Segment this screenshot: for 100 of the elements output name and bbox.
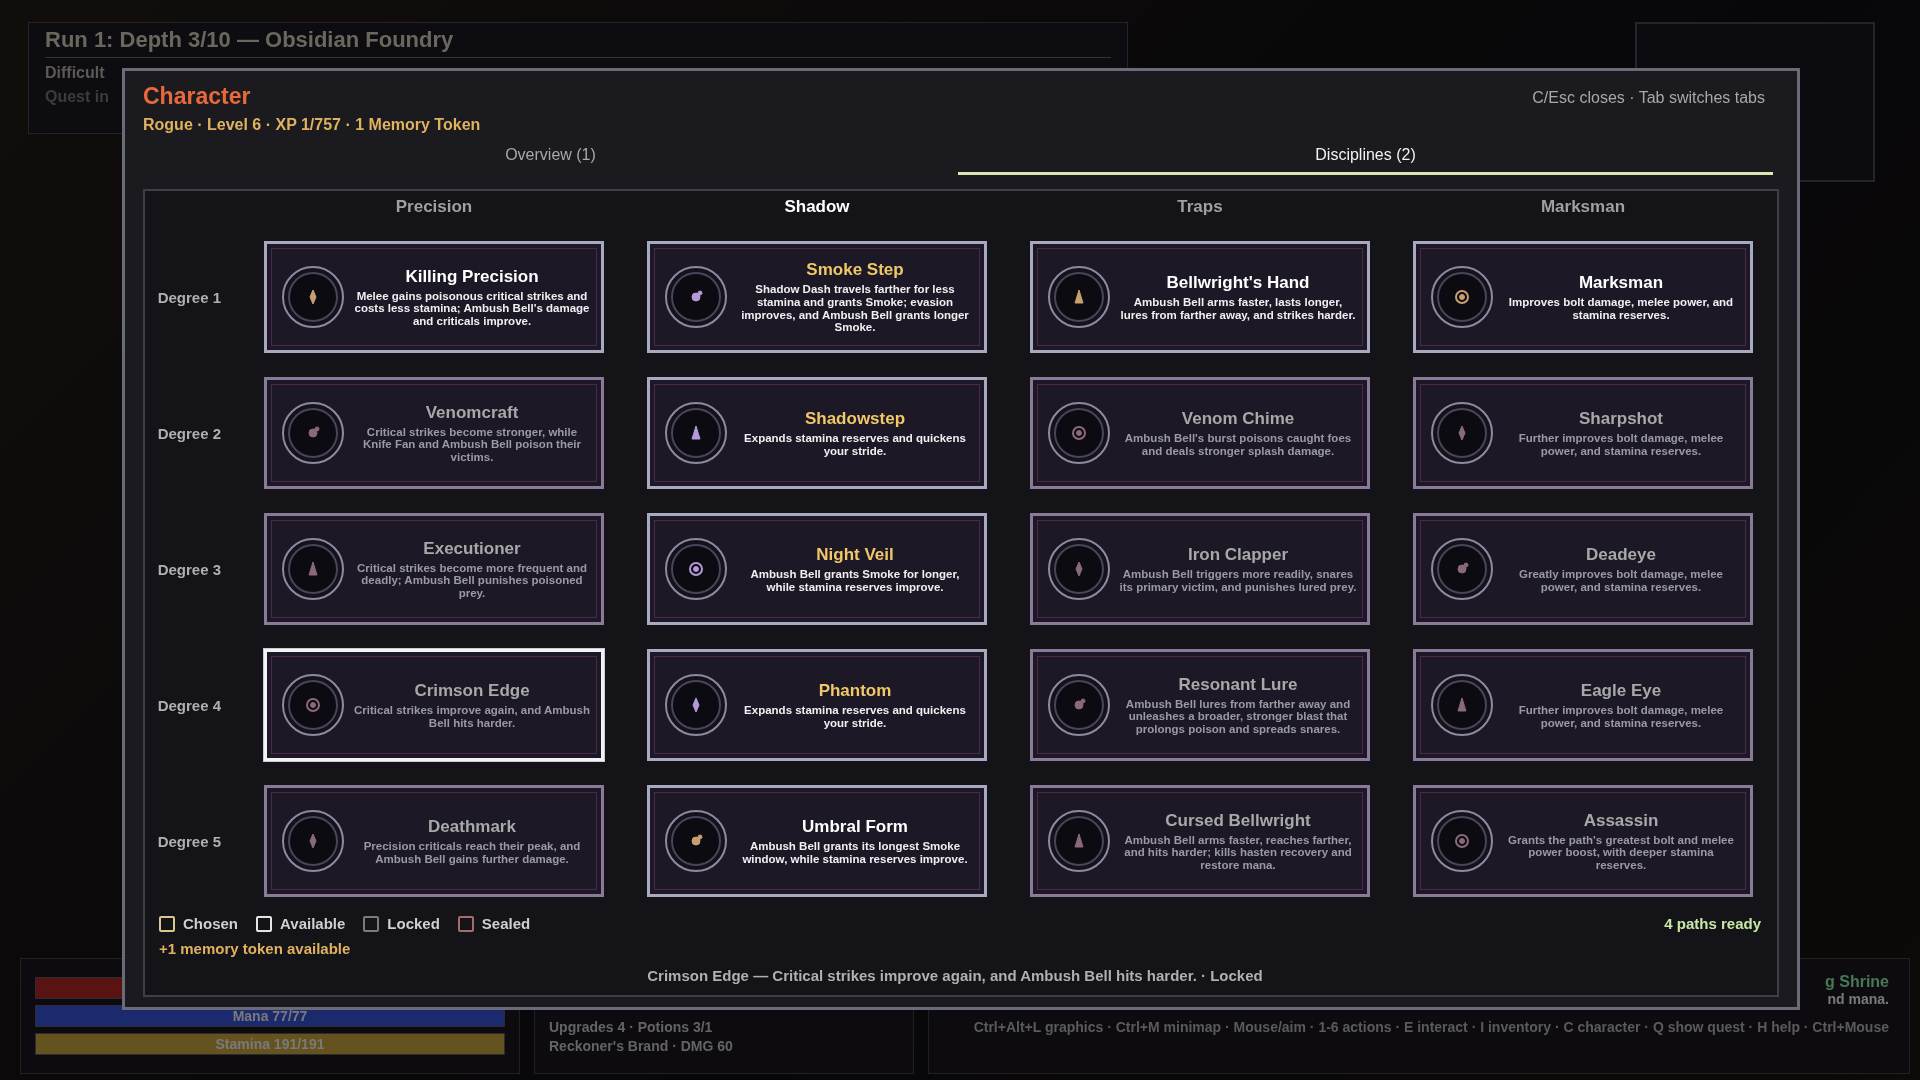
emblem-icon [1047, 265, 1111, 329]
shrine-title: g Shrine [1825, 973, 1889, 991]
legend-label: Locked [387, 915, 440, 932]
talent-description: Improves bolt damage, melee power, and stamina reserves. [1507, 295, 1735, 322]
stat-text: Reckoner's Brand · DMG 60 [549, 1038, 734, 1054]
selection-status: Crimson Edge — Critical strikes improve again, and Ambush Bell hits harder. · Locked [646, 967, 1264, 984]
talent-card[interactable]: Deadeye Greatly improves bolt damage, melee power, and stamina reserves. [1413, 513, 1753, 625]
talent-description: Expands stamina reserves and quickens your stride. [743, 703, 967, 730]
emblem-icon [1430, 265, 1494, 329]
talent-description: Ambush Bell triggers more readily, snares its primary victim, and punishes lured prey. [1119, 567, 1357, 594]
emblem-icon [281, 809, 345, 873]
talent-title: Venomcraft [425, 402, 519, 423]
talent-description: Precision criticals reach their peak, and Ambush Bell gains further damage. [362, 839, 582, 866]
bar-label: Stamina 191/191 [215, 1036, 325, 1052]
paths-ready: 4 paths ready [1664, 915, 1761, 932]
talent-title: Eagle Eye [1580, 680, 1662, 701]
talent-card[interactable]: Killing Precision Melee gains poisonous critical strikes and costs less stamina; Ambush Bell's damage and criticals improve. [264, 241, 604, 353]
emblem-icon [1430, 673, 1494, 737]
talent-description: Further improves bolt damage, melee power, and stamina reserves. [1517, 703, 1725, 730]
talent-card[interactable]: Eagle Eye Further improves bolt damage, melee power, and stamina reserves. [1413, 649, 1753, 761]
controls-help: Ctrl+Alt+L graphics · Ctrl+M minimap · Mouse/aim · 1-6 actions · E interact · I inventory · C character · Q show quest · H help · Ctrl+Mouse [973, 1019, 1889, 1035]
emblem-icon [664, 401, 728, 465]
legend-label: Available [280, 915, 346, 932]
talent-card[interactable]: Executioner Critical strikes become more frequent and deadly; Ambush Bell punishes poisoned prey. [264, 513, 604, 625]
talent-card[interactable]: Umbral Form Ambush Bell grants its longest Smoke window, while stamina reserves improve. [647, 785, 987, 897]
talent-title: Umbral Form [802, 816, 908, 837]
emblem-icon [281, 401, 345, 465]
emblem-icon [281, 265, 345, 329]
emblem-icon [664, 537, 728, 601]
talent-description: Greatly improves bolt damage, melee power, and stamina reserves. [1518, 567, 1724, 594]
emblem-icon [1047, 537, 1111, 601]
talent-description: Ambush Bell lures from farther away and unleashes a broader, stronger blast that prolongs poison and spreads snares. [1124, 697, 1352, 736]
talent-title: Night Veil [816, 544, 894, 565]
talent-card[interactable]: Cursed Bellwright Ambush Bell arms faster, reaches farther, and hits harder; kills hasten recovery and restore mana. [1030, 785, 1370, 897]
talent-card[interactable]: Sharpshot Further improves bolt damage, melee power, and stamina reserves. [1413, 377, 1753, 489]
emblem-icon [1047, 673, 1111, 737]
talent-card[interactable]: Iron Clapper Ambush Bell triggers more readily, snares its primary victim, and punishes lured prey. [1030, 513, 1370, 625]
talent-card[interactable]: Venom Chime Ambush Bell's burst poisons caught foes and deals stronger splash damage. [1030, 377, 1370, 489]
talent-card[interactable]: Night Veil Ambush Bell grants Smoke for longer, while stamina reserves improve. [647, 513, 987, 625]
emblem-icon [281, 673, 345, 737]
talent-title: Assassin [1583, 810, 1659, 831]
tab[interactable]: Overview (1) [143, 142, 958, 175]
talent-title: Cursed Bellwright [1165, 810, 1311, 831]
talent-title: Iron Clapper [1187, 544, 1289, 565]
talent-description: Shadow Dash travels farther for less stamina and grants Smoke; evasion improves, and Ambush Bell grants longer Smoke. [740, 283, 970, 334]
emblem-icon [1047, 809, 1111, 873]
talent-title: Executioner [423, 538, 521, 559]
talent-description: Critical strikes improve again, and Ambush Bell hits harder. [353, 703, 591, 730]
talent-description: Further improves bolt damage, melee power, and stamina reserves. [1517, 431, 1725, 458]
talent-card[interactable]: Bellwright's Hand Ambush Bell arms faster, lasts longer, lures from farther away, and strikes harder. [1030, 241, 1370, 353]
talent-description: Melee gains poisonous critical strikes and costs less stamina; Ambush Bell's damage and criticals improve. [353, 289, 591, 328]
difficulty-label: Difficult [45, 64, 105, 82]
keyboard-hint: C/Esc closes · Tab switches tabs [1532, 89, 1765, 108]
talent-title: Crimson Edge [414, 680, 530, 701]
column-header: Marksman [1539, 197, 1627, 217]
column-header: Shadow [783, 197, 851, 217]
talent-card[interactable]: Crimson Edge Critical strikes improve again, and Ambush Bell hits harder. [264, 649, 604, 761]
talent-description: Ambush Bell arms faster, lasts longer, lures from farther away, and strikes harder. [1119, 295, 1357, 322]
talent-description: Critical strikes become more frequent and deadly; Ambush Bell punishes poisoned prey. [355, 561, 589, 600]
talent-card[interactable]: Resonant Lure Ambush Bell lures from farther away and unleashes a broader, stronger blast that prolongs poison and spreads snares. [1030, 649, 1370, 761]
emblem-icon [281, 537, 345, 601]
memory-token-note: +1 memory token available [159, 940, 352, 957]
emblem-icon [664, 265, 728, 329]
talent-card[interactable]: Phantom Expands stamina reserves and quickens your stride. [647, 649, 987, 761]
talent-description: Grants the path's greatest bolt and melee power boost, with deeper stamina reserves. [1507, 833, 1735, 872]
talent-title: Smoke Step [806, 260, 904, 281]
talent-card[interactable]: Venomcraft Critical strikes become stronger, while Knife Fan and Ambush Bell poison their victims. [264, 377, 604, 489]
legend-label: Chosen [183, 915, 238, 932]
emblem-icon [1430, 537, 1494, 601]
degree-label: Degree 3 [156, 560, 221, 578]
talent-description: Expands stamina reserves and quickens your stride. [743, 431, 967, 458]
talent-description: Ambush Bell grants Smoke for longer, while stamina reserves improve. [749, 567, 961, 594]
shrine-note: nd mana. [1827, 991, 1889, 1007]
legend-label: Sealed [481, 915, 531, 932]
degree-label: Degree 1 [156, 288, 221, 306]
tab[interactable]: Disciplines (2) [958, 142, 1773, 175]
talent-card[interactable]: Shadowstep Expands stamina reserves and quickens your stride. [647, 377, 987, 489]
emblem-icon [664, 673, 728, 737]
talent-title: Marksman [1578, 272, 1664, 293]
talent-title: Bellwright's Hand [1166, 272, 1310, 293]
emblem-icon [664, 809, 728, 873]
talent-title: Sharpshot [1578, 408, 1664, 429]
talent-card[interactable]: Assassin Grants the path's greatest bolt and melee power boost, with deeper stamina reserves. [1413, 785, 1753, 897]
talent-description: Critical strikes become stronger, while Knife Fan and Ambush Bell poison their victims. [361, 425, 583, 464]
talent-title: Killing Precision [405, 266, 539, 287]
bar-label: Mana 77/77 [232, 1008, 308, 1024]
degree-label: Degree 4 [156, 696, 221, 714]
talent-card[interactable]: Deathmark Precision criticals reach their peak, and Ambush Bell gains further damage. [264, 785, 604, 897]
talent-title: Shadowstep [804, 408, 906, 429]
talent-card[interactable]: Smoke Step Shadow Dash travels farther for less stamina and grants Smoke; evasion improves, and Ambush Bell grants longer Smoke. [647, 241, 987, 353]
talent-description: Ambush Bell arms faster, reaches farther, and hits harder; kills hasten recovery and restore mana. [1123, 833, 1353, 872]
talent-title: Phantom [818, 680, 892, 701]
character-summary: Rogue · Level 6 · XP 1/757 · 1 Memory Token [143, 116, 481, 134]
run-title: Run 1: Depth 3/10 — Obsidian Foundry [45, 27, 454, 53]
talent-card[interactable]: Marksman Improves bolt damage, melee power, and stamina reserves. [1413, 241, 1753, 353]
talent-description: Ambush Bell grants its longest Smoke window, while stamina reserves improve. [741, 839, 969, 866]
degree-label: Degree 2 [156, 424, 221, 442]
column-header: Precision [394, 197, 474, 217]
talent-title: Deadeye [1586, 544, 1656, 565]
emblem-icon [1430, 401, 1494, 465]
